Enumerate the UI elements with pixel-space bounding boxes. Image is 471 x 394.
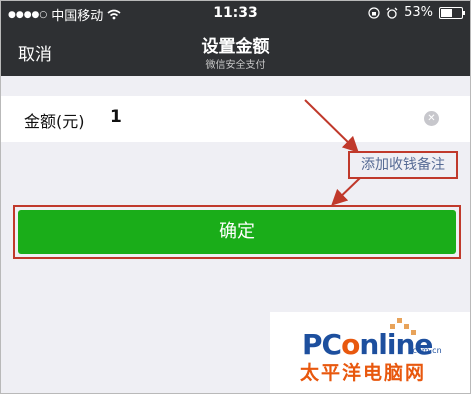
watermark-chinese-name: 太平洋电脑网 <box>300 362 427 384</box>
logo-decoration <box>397 318 402 323</box>
clear-icon[interactable]: ✕ <box>424 111 439 126</box>
confirm-highlight-box: 确定 <box>13 205 461 259</box>
battery-icon <box>439 6 465 19</box>
page-title: 设置金额 <box>201 37 270 57</box>
logo-o: o <box>341 328 360 361</box>
orientation-lock-icon <box>368 6 380 19</box>
pconline-watermark: PConline .com.cn 太平洋电脑网 <box>270 312 471 394</box>
page-subtitle: 微信安全支付 <box>205 60 266 71</box>
status-right: 53% <box>368 5 465 20</box>
amount-label: 金额(元) <box>24 112 85 131</box>
amount-field-row: 金额(元) 1 ✕ <box>0 96 471 142</box>
logo-suffix: nline <box>359 328 433 361</box>
watermark-logo: PConline <box>302 328 433 361</box>
logo-prefix: PC <box>302 328 342 361</box>
status-bar: ●●●●○ 中国移动 11:33 53% <box>0 0 471 26</box>
alarm-icon <box>386 7 398 19</box>
watermark-domain: .com.cn <box>410 346 442 355</box>
navigation-bar: ●●●●○ 中国移动 11:33 53% 取消 设置金额 微信安全支付 <box>0 0 471 76</box>
add-note-link[interactable]: 添加收钱备注 <box>348 151 458 179</box>
confirm-button[interactable]: 确定 <box>18 210 456 254</box>
amount-input[interactable]: 1 <box>110 107 122 127</box>
battery-percent: 53% <box>404 5 433 20</box>
annotation-arrow-to-confirm <box>331 177 361 206</box>
